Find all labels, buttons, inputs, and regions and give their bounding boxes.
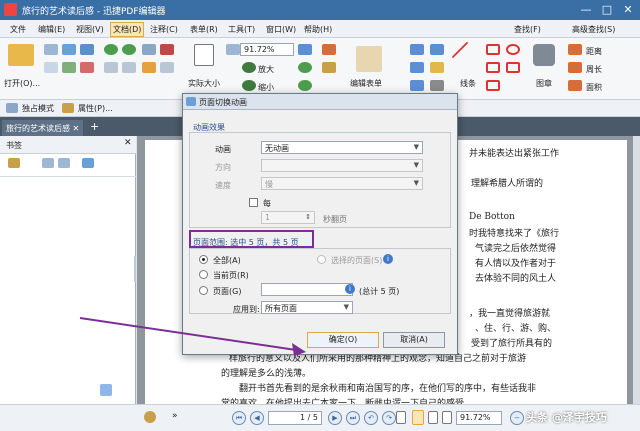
arrow-line (79, 317, 297, 351)
annotation-arrow (79, 317, 306, 356)
arrow-head (292, 343, 306, 356)
